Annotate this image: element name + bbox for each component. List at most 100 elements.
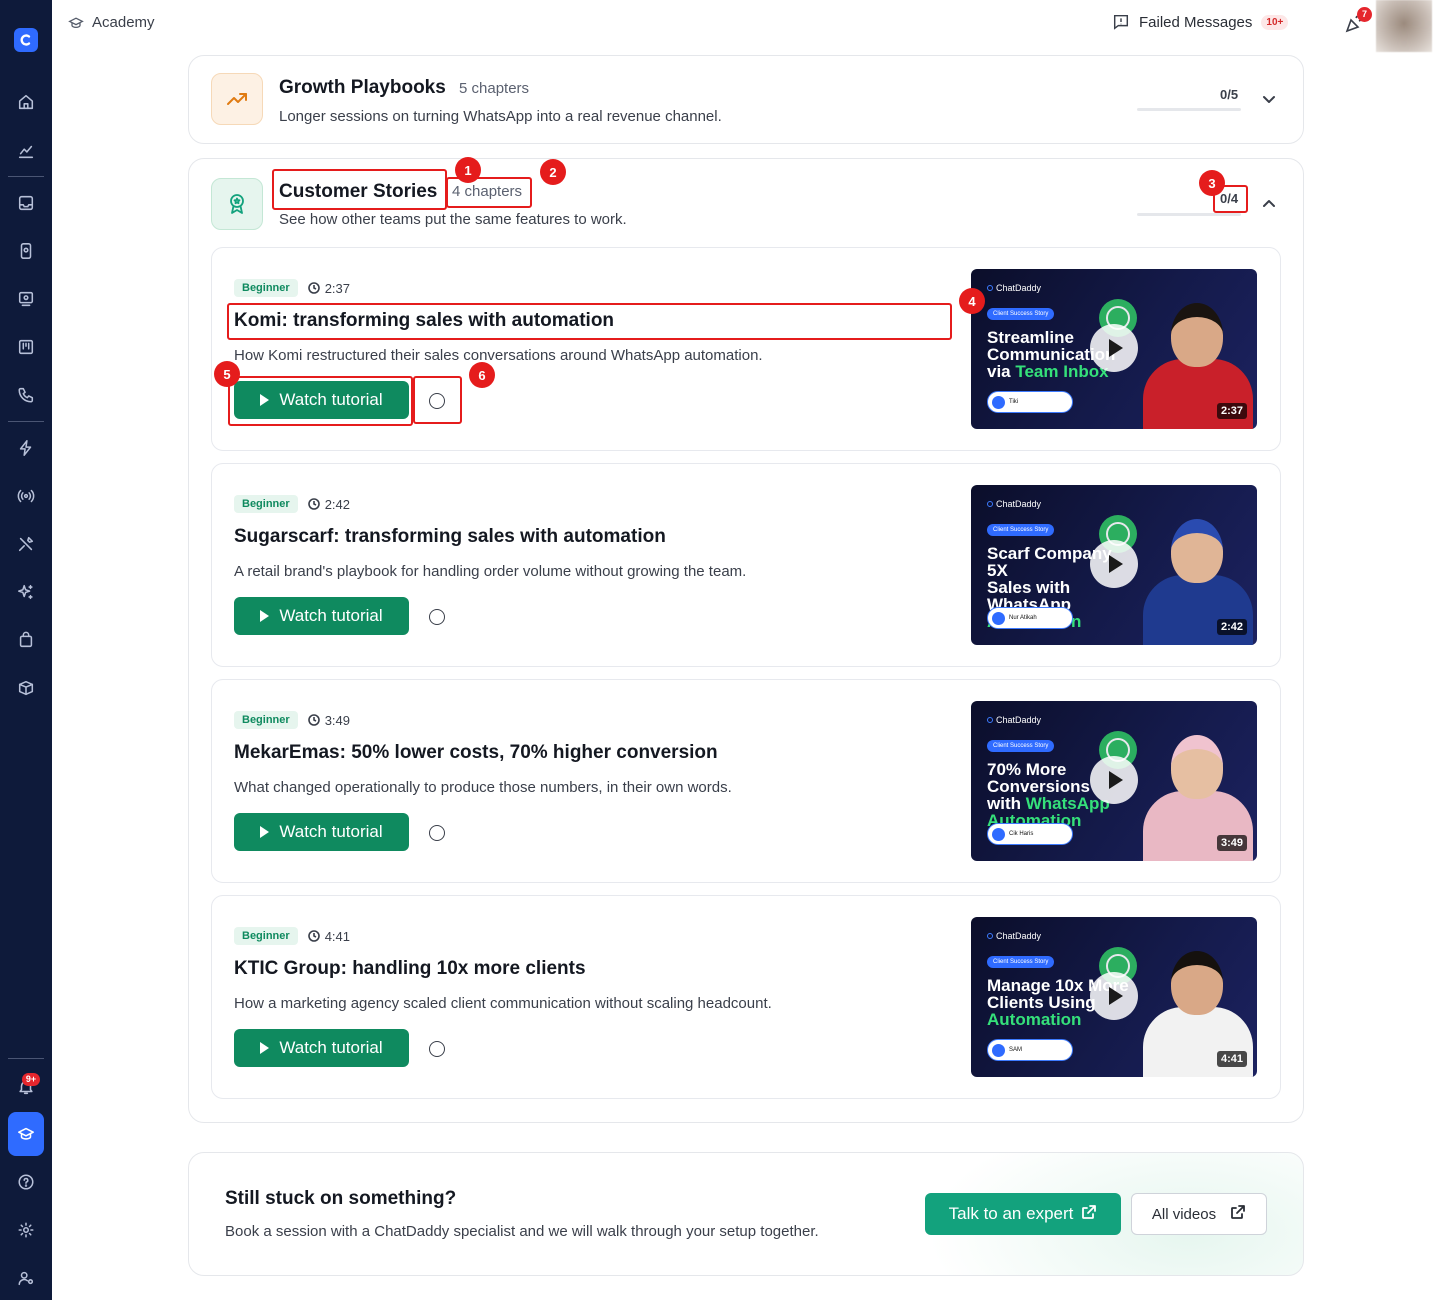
sidebar: 9+ [0, 0, 52, 1300]
section-description: Longer sessions on turning WhatsApp into… [279, 108, 722, 125]
all-videos-label: All videos [1151, 1205, 1217, 1223]
tools-icon[interactable] [16, 534, 36, 554]
chevron-up-icon[interactable] [1261, 196, 1277, 212]
failed-messages-label: Failed Messages [1139, 13, 1253, 31]
chatdaddy-logo-icon [987, 501, 993, 507]
level-badge: Beginner [234, 495, 298, 513]
avatar[interactable] [1376, 0, 1432, 52]
presenter-pill: Nur Atikah [987, 607, 1073, 629]
annotation-marker-5: 5 [214, 361, 240, 387]
lesson-title[interactable]: MekarEmas: 50% lower costs, 70% higher c… [234, 742, 718, 764]
section-description: See how other teams put the same feature… [279, 211, 627, 228]
annotation-box-2 [446, 177, 532, 208]
signal-icon[interactable] [16, 486, 36, 506]
trending-up-icon [211, 73, 263, 125]
shop-icon[interactable] [16, 630, 36, 650]
external-link-icon [1081, 1204, 1097, 1225]
clock-icon [307, 930, 320, 942]
automation-icon[interactable] [16, 438, 36, 458]
annotation-marker-3: 3 [1199, 170, 1225, 196]
play-overlay-icon[interactable] [1090, 324, 1138, 372]
lesson-card: Beginner 2:42 Sugarscarf: transforming s… [211, 463, 1281, 667]
presenter-pill: Tiki [987, 391, 1073, 413]
section-growth-playbooks[interactable]: Growth Playbooks 5 chapters Longer sessi… [188, 55, 1304, 144]
lesson-meta: Beginner 2:42 [234, 495, 350, 513]
thumbnail-duration: 2:37 [1216, 403, 1247, 419]
play-overlay-icon[interactable] [1090, 756, 1138, 804]
mark-complete-checkbox[interactable] [429, 609, 445, 625]
clock-icon [307, 714, 320, 726]
chatdaddy-logo-icon [987, 933, 993, 939]
lesson-meta: Beginner 4:41 [234, 927, 350, 945]
annotation-box-4 [227, 303, 952, 340]
video-thumbnail[interactable]: ChatDaddy Client Success Story Streamlin… [971, 269, 1257, 429]
contacts-icon[interactable] [16, 241, 36, 261]
chatdaddy-logo-icon [987, 717, 993, 723]
broadcast-icon[interactable] [16, 289, 36, 309]
settings-icon[interactable] [16, 1220, 36, 1240]
analytics-icon[interactable] [16, 141, 36, 161]
annotation-box-5 [228, 376, 413, 426]
lesson-duration: 4:41 [307, 928, 350, 944]
breadcrumb[interactable]: Academy [68, 14, 155, 31]
watch-tutorial-label: Watch tutorial [279, 822, 383, 841]
thumbnail-brand: ChatDaddy [987, 499, 1041, 509]
play-icon [260, 610, 270, 622]
talk-to-expert-label: Talk to an expert [948, 1204, 1074, 1223]
inbox-icon[interactable] [16, 193, 36, 213]
annotation-box-1 [272, 169, 447, 210]
thumbnail-brand: ChatDaddy [987, 283, 1041, 293]
level-badge: Beginner [234, 279, 298, 297]
duration-text: 4:41 [324, 928, 350, 944]
video-thumbnail[interactable]: ChatDaddy Client Success Story 70% More … [971, 701, 1257, 861]
watch-tutorial-button[interactable]: Watch tutorial [234, 813, 409, 851]
notifications-badge: 9+ [22, 1073, 40, 1086]
chatdaddy-logo-icon [987, 285, 993, 291]
message-alert-icon [1113, 14, 1129, 30]
package-icon[interactable] [16, 678, 36, 698]
talk-to-expert-button[interactable]: Talk to an expert [925, 1193, 1121, 1235]
chevron-down-icon[interactable] [1261, 91, 1277, 107]
all-videos-button[interactable]: All videos [1131, 1193, 1267, 1235]
video-thumbnail[interactable]: ChatDaddy Client Success Story Manage 10… [971, 917, 1257, 1077]
thumbnail-duration: 4:41 [1216, 1051, 1247, 1067]
phone-icon[interactable] [16, 385, 36, 405]
play-overlay-icon[interactable] [1090, 972, 1138, 1020]
annotation-marker-4: 4 [959, 288, 985, 314]
section-chapter-count: 5 chapters [459, 80, 530, 97]
level-badge: Beginner [234, 927, 298, 945]
mark-complete-checkbox[interactable] [429, 825, 445, 841]
section-progress-bar [1137, 108, 1241, 111]
clock-icon [307, 498, 320, 510]
watch-tutorial-label: Watch tutorial [279, 606, 383, 625]
lesson-card: Beginner 4:41 KTIC Group: handling 10x m… [211, 895, 1281, 1099]
duration-text: 2:37 [324, 280, 350, 296]
lesson-title[interactable]: KTIC Group: handling 10x more clients [234, 958, 586, 980]
thumbnail-duration: 3:49 [1216, 835, 1247, 851]
thumbnail-pill: Client Success Story [987, 308, 1055, 320]
academy-nav-icon[interactable] [8, 1112, 44, 1156]
lesson-title[interactable]: Sugarscarf: transforming sales with auto… [234, 526, 666, 548]
breadcrumb-label: Academy [92, 14, 155, 31]
presenter-pill: Cik Haris [987, 823, 1073, 845]
failed-messages-button[interactable]: Failed Messages 10+ [1112, 13, 1289, 31]
lesson-description: How Komi restructured their sales conver… [234, 347, 763, 364]
app-logo-icon[interactable] [14, 28, 38, 52]
annotation-marker-6: 6 [469, 362, 495, 388]
section-progress-text: 0/5 [1220, 87, 1239, 102]
team-settings-icon[interactable] [16, 1268, 36, 1288]
help-title: Still stuck on something? [225, 1188, 457, 1209]
play-overlay-icon[interactable] [1090, 540, 1138, 588]
board-icon[interactable] [16, 337, 36, 357]
mark-complete-checkbox[interactable] [429, 1041, 445, 1057]
award-icon [211, 178, 263, 230]
topbar: Academy Failed Messages 10+ 7 [52, 0, 1440, 52]
video-thumbnail[interactable]: ChatDaddy Client Success Story Scarf Com… [971, 485, 1257, 645]
home-icon[interactable] [16, 92, 36, 112]
lesson-description: A retail brand's playbook for handling o… [234, 563, 747, 580]
watch-tutorial-button[interactable]: Watch tutorial [234, 1029, 409, 1067]
duration-text: 2:42 [324, 496, 350, 512]
watch-tutorial-button[interactable]: Watch tutorial [234, 597, 409, 635]
help-icon[interactable] [16, 1172, 36, 1192]
sparkles-icon[interactable] [16, 582, 36, 602]
